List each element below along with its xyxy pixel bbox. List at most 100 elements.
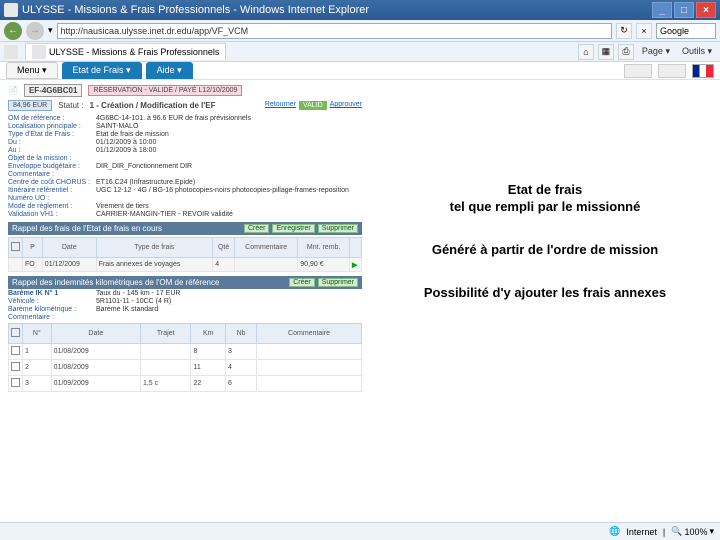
supprimer-button-1[interactable]: Supprimer [318,224,358,233]
section-ik-title: Rappel des indemnités kilométriques de l… [12,278,219,287]
k-com: Commentaire : [8,171,96,178]
app-menu: Menu ▾ Etat de Frais ▾ Aide ▾ [0,62,720,80]
v-au: 01/12/2009 à 18:00 [96,147,156,154]
v-cc: ET16.C24 (Infrastructure.Epide) [96,179,195,186]
col2-km: Km [191,324,226,344]
col2-date: Date [51,324,140,344]
row-checkbox[interactable] [11,378,20,387]
enregistrer-button-1[interactable]: Enregistrer [272,224,314,233]
refresh-icon[interactable]: ↻ [616,23,632,39]
v-val: CARRIER-MANGIN-TIER - REVOIR validité [96,211,233,218]
home-icon[interactable]: ⌂ [578,44,594,60]
tab-favicon [32,45,46,59]
table-row[interactable]: 3 01/09/2009 1,5 c 22 6 [9,376,362,392]
table-row[interactable]: FO 01/12/2009 Frais annexes de voyages 4… [9,258,362,272]
col2-trajet: Trajet [140,324,190,344]
v-loc: SAINT-MALO [96,123,138,130]
supprimer-button-2[interactable]: Supprimer [318,278,358,287]
bar-v: Barème IK standard [96,306,158,313]
com2-k: Commentaire : [8,314,96,321]
veh-v: 5R1101-11 - 10CC (4 R) [96,298,171,305]
creer-button-1[interactable]: Créer [244,224,270,233]
ik-table: N° Date Trajet Km Nb Commentaire 1 01/08… [8,323,362,392]
retourner-button[interactable]: Retourner [265,101,296,110]
bar-k: Barème kilométrique : [8,306,96,313]
col-com: Commentaire [235,238,298,258]
col-p: P [23,238,43,258]
col-mnt: Mnt. remb. [298,238,350,258]
forward-button[interactable]: → [26,22,44,40]
k-au: Au : [8,147,96,154]
col2-nb: Nb [226,324,257,344]
checkbox-all-2[interactable] [11,328,20,337]
ef-id-badge: EF-4G6BC01 [24,84,82,97]
expense-form: 📄 EF-4G6BC01 RÉSERVATION - VALIDÉ / PAYÉ… [0,80,370,396]
valid-button[interactable]: VALID [299,101,327,110]
statut-label: Statut : [58,101,83,110]
menu-tab-aide[interactable]: Aide ▾ [146,62,193,79]
window-titlebar: ULYSSE - Missions & Frais Professionnels… [0,0,720,20]
feed-icon[interactable]: ▦ [598,44,614,60]
print-icon[interactable]: ⎙ [618,44,634,60]
app-icon [4,3,18,17]
v-omref: 4G6BC-14-101. à 96.6 EUR de frais prévis… [96,115,251,122]
v-env: DIR_DIR_Fonctionnement DIR [96,163,192,170]
stop-icon[interactable]: × [636,23,652,39]
table-row[interactable]: 1 01/08/2009 8 3 [9,344,362,360]
row-checkbox[interactable] [11,362,20,371]
nav-dropdown-icon[interactable]: ▾ [48,25,53,36]
annotation-2: Généré à partir de l'ordre de mission [380,242,710,259]
k-num: Numéro UO : [8,195,96,202]
col2-n: N° [23,324,52,344]
statut-value: 1 - Création / Modification de l'EF [90,101,216,110]
amount-badge: 84,96 EUR [8,100,52,111]
status-bar: 🌐 Internet | 🔍 100% ▾ [0,522,720,540]
favorites-icon[interactable] [4,45,18,59]
approuver-button[interactable]: Approuver [330,101,362,110]
menu-tab-menu[interactable]: Menu ▾ [6,62,58,79]
row-expand-icon[interactable]: ▶ [352,262,357,269]
k-type: Type d'Etat de Frais : [8,131,96,138]
minimize-button[interactable]: _ [652,2,672,18]
browser-tab-row: ULYSSE - Missions & Frais Professionnels… [0,42,720,62]
annotations-overlay: Etat de frais tel que rempli par le miss… [380,182,710,328]
sponsor-logo-icon [658,64,686,78]
section-ik-header: Rappel des indemnités kilométriques de l… [8,276,362,289]
v-du: 01/12/2009 à 10:00 [96,139,156,146]
cell-date: 01/12/2009 [42,258,96,272]
k-itin: Itinéraire référentiel : [8,187,96,194]
close-button[interactable]: × [696,2,716,18]
section-frais-header: Rappel des frais de l'Etat de frais en c… [8,222,362,235]
page-menu[interactable]: Page ▾ [638,46,674,57]
browser-toolbar: ← → ▾ http://nausicaa.ulysse.inet.dr.edu… [0,20,720,42]
menu-tab-etat[interactable]: Etat de Frais ▾ [62,62,142,79]
address-bar[interactable]: http://nausicaa.ulysse.inet.dr.edu/app/V… [57,23,612,39]
app-logo-icon [624,64,652,78]
cell-type: Frais annexes de voyages [96,258,213,272]
search-input[interactable]: Google [656,23,716,39]
window-title: ULYSSE - Missions & Frais Professionnels… [22,4,369,16]
k-du: Du : [8,139,96,146]
table-row[interactable]: 2 01/08/2009 11 4 [9,360,362,376]
zoom-control[interactable]: 🔍 100% ▾ [671,526,714,537]
tools-menu[interactable]: Outils ▾ [678,46,716,57]
back-button[interactable]: ← [4,22,22,40]
maximize-button[interactable]: □ [674,2,694,18]
reservation-badge: RÉSERVATION - VALIDÉ / PAYÉ L12/10/2009 [88,85,242,96]
cell-qte: 4 [213,258,235,272]
k-env: Enveloppe budgétaire : [8,163,96,170]
section-frais-title: Rappel des frais de l'Etat de frais en c… [12,224,162,233]
internet-zone-label: Internet [626,527,657,537]
row-checkbox[interactable] [11,346,20,355]
cell-mnt: 90,90 € [298,258,350,272]
annotation-3: Possibilité d'y ajouter les frais annexe… [380,285,710,302]
annotation-1: Etat de frais tel que rempli par le miss… [380,182,710,216]
col-type: Type de frais [96,238,213,258]
checkbox-all-1[interactable] [11,242,20,251]
creer-button-2[interactable]: Créer [289,278,315,287]
tab-label: ULYSSE - Missions & Frais Professionnels [49,47,219,57]
browser-tab[interactable]: ULYSSE - Missions & Frais Professionnels [25,43,226,60]
col2-com: Commentaire [257,324,362,344]
col-qte: Qté [213,238,235,258]
france-flag-icon [692,64,714,78]
